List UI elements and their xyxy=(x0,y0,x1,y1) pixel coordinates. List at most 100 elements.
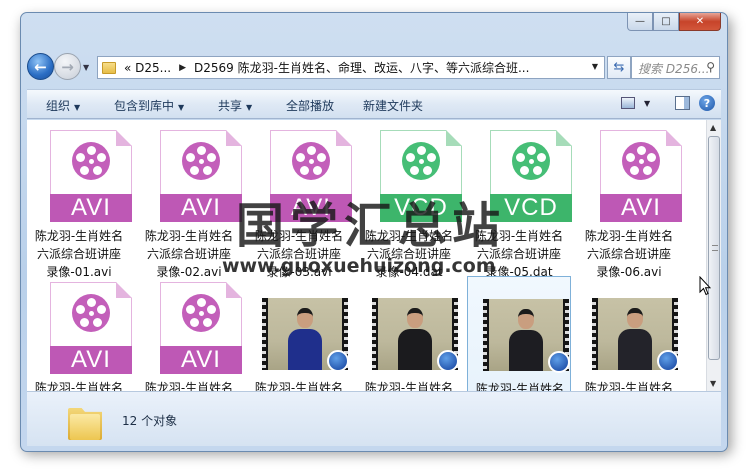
file-type-label: AVI xyxy=(50,194,132,222)
video-player-badge-icon xyxy=(657,350,679,372)
file-name: 陈龙羽-生肖姓名 xyxy=(29,379,129,391)
video-player-badge-icon xyxy=(437,350,459,372)
forward-arrow-icon: → xyxy=(61,57,74,76)
file-item[interactable]: 陈龙羽-生肖姓名 xyxy=(467,276,571,391)
organize-label: 组织 xyxy=(46,99,71,113)
organize-menu[interactable]: 组织 ▼ xyxy=(46,97,80,114)
file-name-line: 六派综合班讲座 xyxy=(366,247,451,261)
file-type-label: AVI xyxy=(160,346,242,374)
file-type-label: AVI xyxy=(50,346,132,374)
details-pane: 12 个对象 xyxy=(27,391,721,446)
file-name-line: 陈龙羽-生肖姓名 xyxy=(254,381,344,391)
caption-buttons: — □ ✕ xyxy=(627,13,721,31)
video-file-icon: AVI xyxy=(160,130,242,222)
refresh-icon: ⇆ xyxy=(613,60,625,75)
vertical-scrollbar[interactable]: ▲ ▼ xyxy=(706,120,721,391)
file-item[interactable]: AVI 陈龙羽-生肖姓名 xyxy=(27,276,132,391)
file-name-line: 陈龙羽-生肖姓名 xyxy=(34,229,124,243)
file-name: 陈龙羽-生肖姓名 xyxy=(579,379,679,391)
share-menu[interactable]: 共享 ▼ xyxy=(218,97,252,114)
file-name-line: 六派综合班讲座 xyxy=(586,247,671,261)
file-item[interactable]: 陈龙羽-生肖姓名 xyxy=(247,276,351,391)
include-in-library-label: 包含到库中 xyxy=(114,99,175,113)
file-name-line: 陈龙羽-生肖姓名 xyxy=(584,229,674,243)
back-arrow-icon: ← xyxy=(34,57,47,76)
close-button[interactable]: ✕ xyxy=(679,13,721,31)
file-name-line: 陈龙羽-生肖姓名 xyxy=(144,229,234,243)
file-item[interactable]: 陈龙羽-生肖姓名 xyxy=(357,276,461,391)
maximize-button[interactable]: □ xyxy=(653,13,679,31)
preview-pane-icon[interactable] xyxy=(675,96,690,110)
search-icon[interactable]: ⚲ xyxy=(706,60,715,74)
share-label: 共享 xyxy=(218,99,243,113)
minimize-button[interactable]: — xyxy=(627,13,653,31)
search-input[interactable]: 搜索 D256... ⚲ xyxy=(631,56,720,79)
file-type-label: AVI xyxy=(600,194,682,222)
file-item[interactable]: AVI 陈龙羽-生肖姓名 六派综合班讲座 录像-01.avi xyxy=(27,124,132,279)
file-name: 陈龙羽-生肖姓名 xyxy=(470,380,570,391)
file-type-label: AVI xyxy=(160,194,242,222)
scroll-down-icon[interactable]: ▼ xyxy=(710,379,716,388)
file-name-line: 陈龙羽-生肖姓名 xyxy=(475,382,565,391)
video-file-icon: AVI xyxy=(50,282,132,374)
file-name: 陈龙羽-生肖姓名 xyxy=(139,379,239,391)
views-dropdown-button[interactable]: ▼ xyxy=(644,99,650,108)
new-folder-button[interactable]: 新建文件夹 xyxy=(363,97,423,114)
file-item[interactable]: AVI 陈龙羽-生肖姓名 六派综合班讲座 录像-03.avi xyxy=(247,124,352,279)
chevron-down-icon: ▼ xyxy=(74,103,81,112)
file-name-line: 六派综合班讲座 xyxy=(476,247,561,261)
file-name-line: 六派综合班讲座 xyxy=(256,247,341,261)
views-icon[interactable] xyxy=(621,97,635,109)
chevron-down-icon: ▼ xyxy=(178,103,185,112)
video-file-icon: AVI xyxy=(50,130,132,222)
scroll-up-icon[interactable]: ▲ xyxy=(710,123,716,132)
file-list-view[interactable]: AVI 陈龙羽-生肖姓名 六派综合班讲座 录像-01.avi AVI 陈龙羽-生肖姓名 六派… xyxy=(27,120,706,391)
item-count: 12 个对象 xyxy=(122,414,178,428)
file-name: 陈龙羽-生肖姓名 六派综合班讲座 录像-03.avi xyxy=(249,227,349,281)
navigation-bar: ← → ▼ « D25... ▶ D2569 陈龙羽-生肖姓名、命理、改运、八字… xyxy=(27,53,721,81)
file-item[interactable]: VCD 陈龙羽-生肖姓名 六派综合班讲座 录像-05.dat xyxy=(467,124,572,279)
scrollbar-thumb[interactable] xyxy=(708,136,720,360)
file-name-line: 陈龙羽-生肖姓名 xyxy=(364,381,454,391)
file-item[interactable]: AVI 陈龙羽-生肖姓名 六派综合班讲座 录像-06.avi xyxy=(577,124,682,279)
file-item[interactable]: AVI 陈龙羽-生肖姓名 六派综合班讲座 录像-02.avi xyxy=(137,124,242,279)
file-item[interactable]: AVI 陈龙羽-生肖姓名 xyxy=(137,276,242,391)
breadcrumb-current[interactable]: D2569 陈龙羽-生肖姓名、命理、改运、八字、等六派综合班... xyxy=(194,59,529,76)
scroll-grip-icon xyxy=(712,245,718,251)
file-name: 陈龙羽-生肖姓名 六派综合班讲座 录像-01.avi xyxy=(29,227,129,281)
refresh-button[interactable]: ⇆ xyxy=(607,56,631,79)
file-name-line: 陈龙羽-生肖姓名 xyxy=(144,381,234,391)
help-icon[interactable]: ? xyxy=(699,95,715,111)
video-file-icon: AVI xyxy=(270,130,352,222)
file-name-line: 陈龙羽-生肖姓名 xyxy=(364,229,454,243)
file-name-line: 陈龙羽-生肖姓名 xyxy=(474,229,564,243)
file-name: 陈龙羽-生肖姓名 六派综合班讲座 录像-02.avi xyxy=(139,227,239,281)
folder-icon xyxy=(102,61,116,74)
file-item[interactable]: VCD 陈龙羽-生肖姓名 六派综合班讲座 录像-04.dat xyxy=(357,124,462,279)
file-name: 陈龙羽-生肖姓名 六派综合班讲座 录像-04.dat xyxy=(359,227,459,281)
address-dropdown-button[interactable]: ▼ xyxy=(592,62,598,71)
file-item[interactable]: 陈龙羽-生肖姓名 xyxy=(577,276,681,391)
video-file-icon: AVI xyxy=(160,282,242,374)
video-file-icon: VCD xyxy=(380,130,462,222)
file-name: 陈龙羽-生肖姓名 xyxy=(249,379,349,391)
file-name-line: 六派综合班讲座 xyxy=(146,247,231,261)
forward-button[interactable]: → xyxy=(54,53,81,80)
play-all-button[interactable]: 全部播放 xyxy=(286,97,334,114)
address-bar[interactable]: « D25... ▶ D2569 陈龙羽-生肖姓名、命理、改运、八字、等六派综合… xyxy=(97,56,605,79)
recent-pages-dropdown[interactable]: ▼ xyxy=(83,63,89,72)
include-in-library-menu[interactable]: 包含到库中 ▼ xyxy=(114,97,184,114)
breadcrumb-parent[interactable]: « D25... xyxy=(124,61,171,75)
video-file-icon: VCD xyxy=(490,130,572,222)
file-type-label: AVI xyxy=(270,194,352,222)
file-type-label: VCD xyxy=(380,194,462,222)
file-type-label: VCD xyxy=(490,194,572,222)
back-button[interactable]: ← xyxy=(27,53,54,80)
explorer-window: — □ ✕ ← → ▼ « D25... ▶ D2569 陈龙羽-生肖姓名、命理… xyxy=(20,12,728,452)
video-player-badge-icon xyxy=(548,351,570,373)
video-player-badge-icon xyxy=(327,350,349,372)
file-name: 陈龙羽-生肖姓名 xyxy=(359,379,459,391)
video-file-icon: AVI xyxy=(600,130,682,222)
chevron-right-icon[interactable]: ▶ xyxy=(179,63,186,73)
file-name-line: 陈龙羽-生肖姓名 xyxy=(584,381,674,391)
